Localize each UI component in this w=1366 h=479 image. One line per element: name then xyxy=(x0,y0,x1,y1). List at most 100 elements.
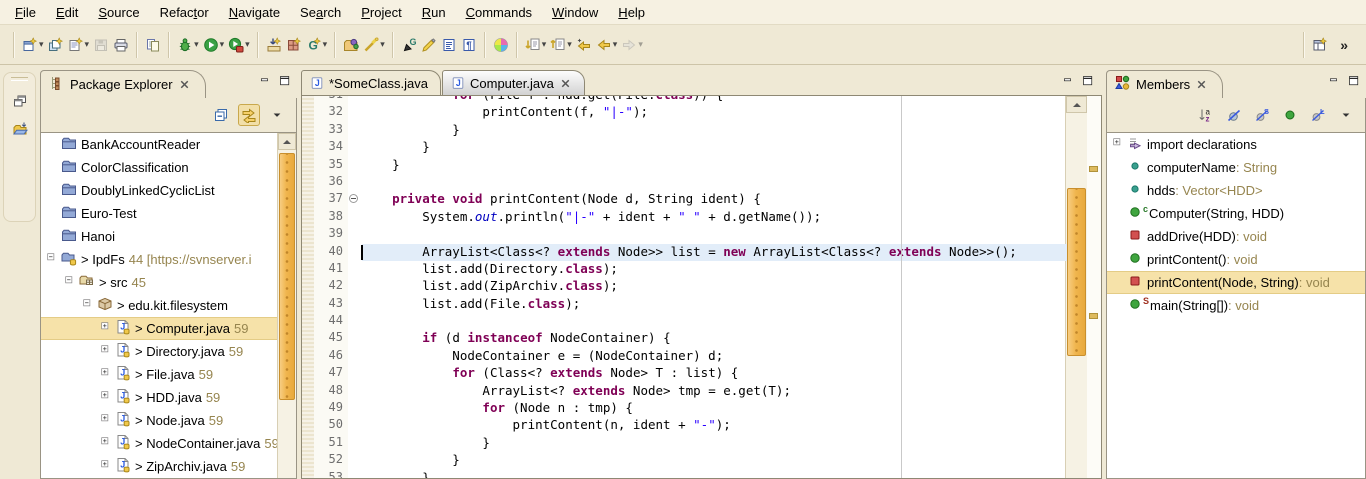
close-icon[interactable] xyxy=(559,77,572,90)
menu-item-edit[interactable]: Edit xyxy=(46,0,88,24)
collapse-minus-icon[interactable] xyxy=(83,298,94,313)
menu-item-run[interactable]: Run xyxy=(412,0,456,24)
expand-plus-icon[interactable] xyxy=(101,367,112,382)
scroll-up-arrow-icon[interactable] xyxy=(278,133,296,150)
member-item[interactable]: hdds : Vector<HDD> xyxy=(1107,179,1365,202)
code-line[interactable]: 32 printContent(f, "|-"); xyxy=(302,104,1067,121)
tree-item[interactable]: BankAccountReader xyxy=(41,133,296,156)
copy-pages-button[interactable] xyxy=(143,32,163,58)
scrollbar-thumb[interactable] xyxy=(279,153,295,400)
format-page-button[interactable] xyxy=(439,32,459,58)
code-line[interactable]: 36 xyxy=(302,174,1067,191)
menu-item-commands[interactable]: Commands xyxy=(456,0,542,24)
code-line[interactable]: 41 list.add(Directory.class); xyxy=(302,261,1067,278)
tree-item[interactable]: DoublyLinkedCyclicList xyxy=(41,179,296,202)
maximize-icon[interactable] xyxy=(1082,75,1094,90)
member-item[interactable]: Smain(String[]) : void xyxy=(1107,294,1365,317)
overview-ruler[interactable] xyxy=(1087,96,1101,478)
maximize-icon[interactable] xyxy=(1348,75,1360,90)
tree-item[interactable]: Euro-Test xyxy=(41,202,296,225)
code-line[interactable]: 52 } xyxy=(302,452,1067,469)
plugin-button[interactable] xyxy=(284,32,304,58)
dropdown-caret-icon[interactable]: ▾ xyxy=(379,39,385,50)
code-line[interactable]: 42 list.add(ZipArchiv.class); xyxy=(302,278,1067,295)
tree-item[interactable]: J> ZipArchiv.java59 xyxy=(41,455,296,478)
expand-plus-icon[interactable] xyxy=(101,436,112,451)
menu-item-source[interactable]: Source xyxy=(88,0,149,24)
show-whitespace-button[interactable]: ¶ xyxy=(459,32,479,58)
expand-plus-icon[interactable] xyxy=(1113,137,1124,152)
tree-item[interactable]: Hanoi xyxy=(41,225,296,248)
view-menu-button[interactable] xyxy=(266,104,288,126)
code-line[interactable]: 47 for (Class<? extends Node> T : list) … xyxy=(302,365,1067,382)
member-item[interactable]: addDrive(HDD) : void xyxy=(1107,225,1365,248)
fold-collapse-icon[interactable] xyxy=(349,194,358,203)
tree-item[interactable]: > IpdFs44 [https://svnserver.i xyxy=(41,248,296,271)
code-line[interactable]: 44 xyxy=(302,313,1067,330)
tree-item[interactable]: J> Computer.java59 xyxy=(41,317,296,340)
expand-plus-icon[interactable] xyxy=(101,344,112,359)
code-line[interactable]: 37 private void printContent(Node d, Str… xyxy=(302,191,1067,208)
menu-item-navigate[interactable]: Navigate xyxy=(219,0,290,24)
toolbar-overflow-chevron[interactable]: » xyxy=(1330,37,1358,53)
scroll-up-arrow-icon[interactable] xyxy=(1066,96,1087,113)
minimize-icon[interactable] xyxy=(1063,75,1074,90)
new-list-button[interactable]: ▾ xyxy=(66,32,92,58)
view-menu-button[interactable] xyxy=(1335,104,1357,126)
hide-local-button[interactable]: L xyxy=(1307,104,1329,126)
expand-plus-icon[interactable] xyxy=(101,390,112,405)
menu-item-file[interactable]: File xyxy=(5,0,46,24)
code-line[interactable]: 31 for (File f : hdd.get(File.class)) { xyxy=(302,95,1067,104)
package-explorer-tab[interactable]: Package Explorer xyxy=(40,70,206,98)
dropdown-caret-icon[interactable]: ▾ xyxy=(193,39,199,50)
editor-tab-someclassjava[interactable]: J*SomeClass.java xyxy=(301,70,441,95)
member-item[interactable]: cComputer(String, HDD) xyxy=(1107,202,1365,225)
dropdown-caret-icon[interactable]: ▾ xyxy=(322,39,328,50)
hide-fields-button[interactable] xyxy=(1223,104,1245,126)
code-line[interactable]: 51 } xyxy=(302,435,1067,452)
minimize-icon[interactable] xyxy=(260,75,271,90)
run-external-button[interactable]: ▾ xyxy=(226,32,252,58)
menu-item-search[interactable]: Search xyxy=(290,0,351,24)
dropdown-caret-icon[interactable]: ▾ xyxy=(84,39,90,50)
restore-view-button[interactable] xyxy=(8,89,32,113)
code-line[interactable]: 43 list.add(File.class); xyxy=(302,296,1067,313)
overview-annotation-mark[interactable] xyxy=(1089,166,1098,172)
code-line[interactable]: 38 System.out.println("|-" + ident + " "… xyxy=(302,209,1067,226)
tree-item[interactable]: ColorClassification xyxy=(41,156,296,179)
minimize-icon[interactable] xyxy=(1329,75,1340,90)
code-editor[interactable]: 31 for (File f : hdd.get(File.class)) {3… xyxy=(301,95,1102,479)
import-wizard-button[interactable] xyxy=(264,32,284,58)
search-wand-button[interactable]: ▾ xyxy=(361,32,387,58)
dropdown-caret-icon[interactable]: ▾ xyxy=(38,39,44,50)
fastview-grip[interactable] xyxy=(11,77,28,81)
tree-item[interactable]: J> NodeContainer.java59 xyxy=(41,432,296,455)
link-editor-button[interactable] xyxy=(238,104,260,126)
member-item[interactable]: printContent() : void xyxy=(1107,248,1365,271)
code-line[interactable]: 48 ArrayList<? extends Node> tmp = e.get… xyxy=(302,383,1067,400)
expand-plus-icon[interactable] xyxy=(101,413,112,428)
save-as-button[interactable] xyxy=(46,32,66,58)
run-button[interactable]: ▾ xyxy=(201,32,227,58)
dropdown-caret-icon[interactable]: ▾ xyxy=(637,39,643,50)
open-perspective-button[interactable] xyxy=(1310,32,1330,58)
code-line[interactable]: 40 ArrayList<Class<? extends Node>> list… xyxy=(302,244,1067,261)
last-edit-button[interactable] xyxy=(574,32,594,58)
print-button[interactable] xyxy=(111,32,131,58)
java-sphere-button[interactable] xyxy=(491,32,511,58)
tree-vertical-scrollbar[interactable] xyxy=(277,133,296,478)
hide-static-button[interactable]: S xyxy=(1251,104,1273,126)
collapse-all-button[interactable] xyxy=(210,104,232,126)
expand-plus-icon[interactable] xyxy=(101,321,112,336)
editor-tab-computerjava[interactable]: JComputer.java xyxy=(442,70,585,95)
sort-button[interactable]: az xyxy=(1195,104,1217,126)
tree-item[interactable]: > edu.kit.filesystem xyxy=(41,294,296,317)
expand-plus-icon[interactable] xyxy=(101,459,112,474)
prev-annotation-button[interactable]: ▾ xyxy=(548,32,574,58)
code-line[interactable]: 33 } xyxy=(302,122,1067,139)
collapse-minus-icon[interactable] xyxy=(65,275,76,290)
new-wizard-button[interactable]: ▾ xyxy=(20,32,46,58)
code-line[interactable]: 46 NodeContainer e = (NodeContainer) d; xyxy=(302,348,1067,365)
highlighter-button[interactable] xyxy=(419,32,439,58)
code-line[interactable]: 45 if (d instanceof NodeContainer) { xyxy=(302,330,1067,347)
